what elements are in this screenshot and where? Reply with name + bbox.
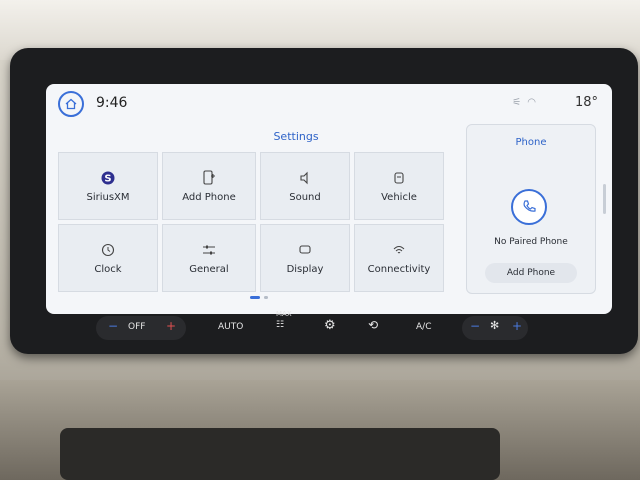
page-dot	[264, 296, 268, 299]
tile-label: SiriusXM	[86, 191, 130, 203]
display-icon	[298, 242, 312, 258]
tile-label: Connectivity	[367, 263, 431, 275]
no-signal-icon: ⚟	[512, 97, 528, 108]
fan-plus-button[interactable]: +	[166, 319, 176, 333]
wifi-icon	[392, 242, 406, 258]
home-icon	[65, 98, 77, 110]
hvac-strip: − OFF + AUTO MAX ☷ ⚙ ⟲ A/C − ✻ +	[96, 310, 552, 344]
max-defrost-label: MAX	[276, 310, 292, 318]
tile-label: General	[189, 263, 229, 275]
settings-grid: S SiriusXM Add Phone Sound Vehicle Clock…	[56, 150, 456, 300]
tile-sound[interactable]: Sound	[260, 152, 350, 220]
fan-speed-minus-button[interactable]: −	[470, 319, 480, 333]
recirculation-icon[interactable]: ⟲	[368, 318, 378, 332]
fan-speed-control: − ✻ +	[462, 316, 528, 340]
status-icons: ⚟◠	[512, 97, 542, 108]
fan-status: OFF	[128, 322, 146, 332]
fan-icon: ✻	[490, 319, 500, 332]
settings-title: Settings	[273, 130, 319, 143]
tile-vehicle[interactable]: Vehicle	[354, 152, 444, 220]
tile-label: Add Phone	[182, 191, 236, 203]
page-indicator	[250, 296, 290, 300]
wifi-icon: ◠	[527, 97, 542, 108]
siriusxm-icon: S	[101, 170, 115, 186]
speaker-icon	[298, 170, 312, 186]
scrollbar[interactable]	[603, 184, 606, 214]
tile-label: Clock	[94, 263, 122, 275]
phone-call-button[interactable]	[511, 189, 547, 225]
add-phone-button[interactable]: Add Phone	[485, 263, 577, 283]
ac-button[interactable]: A/C	[416, 322, 431, 332]
rear-defrost-icon[interactable]: ⚙	[324, 318, 336, 333]
air-vent	[60, 428, 500, 480]
fan-control: − OFF +	[96, 316, 186, 340]
phone-icon	[523, 200, 536, 212]
page-dot-active	[250, 296, 260, 299]
clock-time: 9:46	[96, 95, 128, 111]
tile-label: Vehicle	[381, 191, 417, 203]
outside-temperature: 18°	[574, 95, 598, 110]
sliders-icon	[202, 242, 216, 258]
tile-label: Display	[286, 263, 324, 275]
tile-display[interactable]: Display	[260, 224, 350, 292]
fan-minus-button[interactable]: −	[108, 319, 118, 333]
phone-status: No Paired Phone	[494, 237, 568, 247]
tile-siriusxm[interactable]: S SiriusXM	[58, 152, 158, 220]
phone-panel: Phone No Paired Phone Add Phone	[466, 124, 596, 294]
clock-icon	[101, 242, 115, 258]
tile-general[interactable]: General	[162, 224, 256, 292]
infotainment-screen: 9:46 ⚟◠ 18° Settings S SiriusXM Add Phon…	[46, 84, 612, 314]
vehicle-icon	[392, 170, 406, 186]
home-button[interactable]	[58, 91, 84, 117]
tile-add-phone[interactable]: Add Phone	[162, 152, 256, 220]
svg-text:S: S	[104, 173, 111, 184]
tile-clock[interactable]: Clock	[58, 224, 158, 292]
tile-label: Sound	[289, 191, 321, 203]
phone-panel-title: Phone	[515, 137, 547, 148]
tile-connectivity[interactable]: Connectivity	[354, 224, 444, 292]
max-defrost-icon[interactable]: ☷	[276, 320, 284, 330]
auto-button[interactable]: AUTO	[218, 322, 243, 332]
status-bar: 9:46 ⚟◠ 18°	[46, 84, 612, 124]
add-phone-icon	[202, 169, 216, 186]
fan-speed-plus-button[interactable]: +	[512, 319, 522, 333]
